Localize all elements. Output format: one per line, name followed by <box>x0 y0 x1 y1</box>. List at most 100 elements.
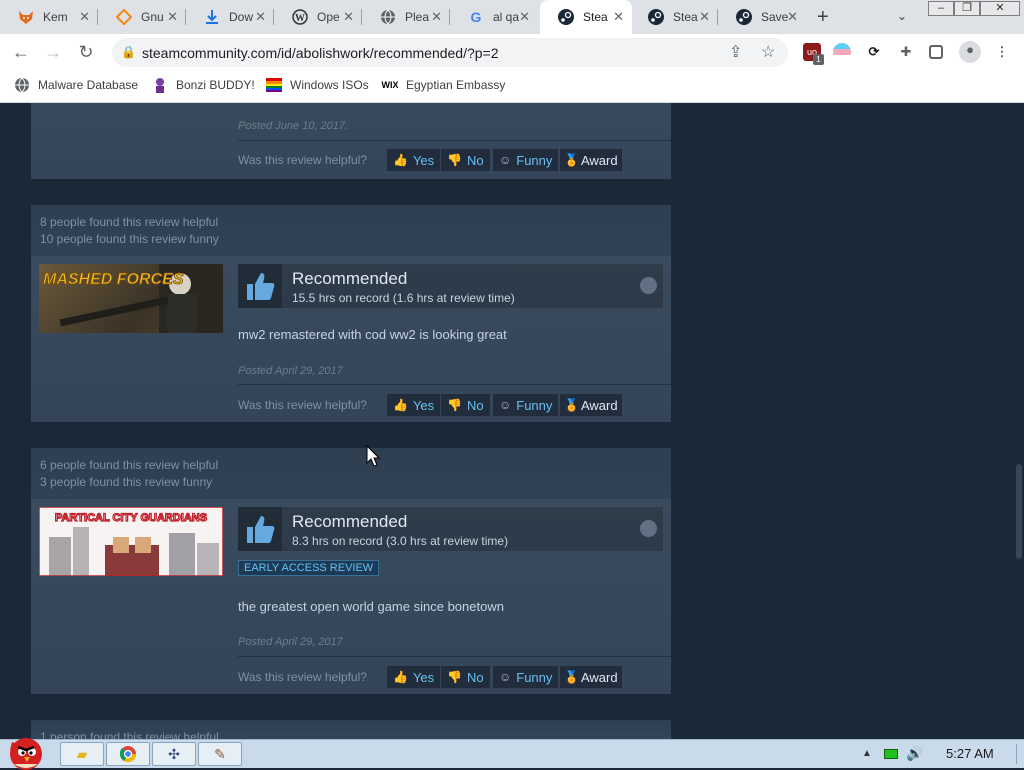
minimize-button[interactable]: – <box>928 1 954 16</box>
tray-expand-icon[interactable]: ▲ <box>862 748 872 759</box>
vote-no-button[interactable]: 👎 No <box>441 149 490 171</box>
show-desktop-button[interactable] <box>1016 744 1022 764</box>
battery-icon[interactable] <box>884 749 898 759</box>
scrollbar-thumb[interactable] <box>1016 464 1022 559</box>
review-stats: 6 people found this review helpful 3 peo… <box>31 448 671 499</box>
tab-al-qa[interactable]: G al qa ✕ <box>450 0 538 34</box>
close-icon[interactable]: ✕ <box>699 10 710 24</box>
sync-extension-icon[interactable]: ⟳ <box>865 43 883 61</box>
tab-ope[interactable]: W Ope ✕ <box>274 0 362 34</box>
share-icon[interactable]: ⇪ <box>729 42 742 62</box>
funny-label: Funny <box>516 152 553 168</box>
taskbar-chrome[interactable] <box>106 742 150 766</box>
mouse-cursor-icon <box>366 445 381 467</box>
vote-no-button[interactable]: 👎 No <box>441 666 490 688</box>
posted-date: Posted April 29, 2017 <box>238 636 343 648</box>
no-label: No <box>466 152 484 168</box>
award-button[interactable]: 🏅 Award <box>560 666 622 688</box>
verdict-title[interactable]: Recommended <box>292 269 407 289</box>
tab-steam[interactable]: Stea ✕ <box>630 0 718 34</box>
tab-save[interactable]: Save ✕ <box>718 0 806 34</box>
helpful-count: 1 person found this review helpful <box>40 730 219 739</box>
steam-page: Posted June 10, 2017. Was this review he… <box>0 103 1024 739</box>
steam-logo-icon <box>640 277 657 294</box>
tab-dow[interactable]: Dow ✕ <box>186 0 274 34</box>
cover-text: MASHED FORCES <box>43 271 184 288</box>
close-icon[interactable]: ✕ <box>255 10 266 24</box>
folder-icon: ▰ <box>76 745 88 762</box>
no-label: No <box>466 397 484 413</box>
smile-icon: ☺ <box>499 153 512 167</box>
close-icon[interactable]: ✕ <box>519 10 530 24</box>
new-tab-button[interactable]: + <box>817 6 829 29</box>
close-icon[interactable]: ✕ <box>787 10 798 24</box>
thumbs-down-icon: 👎 <box>447 398 462 412</box>
profile-avatar[interactable]: ● <box>959 41 981 63</box>
close-icon[interactable]: ✕ <box>167 10 178 24</box>
bookmark-windows-isos[interactable]: Windows ISOs <box>266 77 369 93</box>
vote-funny-button[interactable]: ☺ Funny <box>493 394 559 416</box>
address-bar[interactable]: 🔒 steamcommunity.com/id/abolishwork/reco… <box>112 38 788 67</box>
tab-plea[interactable]: Plea ✕ <box>362 0 450 34</box>
restore-button[interactable]: ❐ <box>954 1 980 16</box>
review-stats: 8 people found this review helpful 10 pe… <box>31 205 671 256</box>
puzzle-icon[interactable]: ✚ <box>897 43 915 61</box>
vote-yes-button[interactable]: 👍 Yes <box>387 666 441 688</box>
review-card: Posted June 10, 2017. Was this review he… <box>31 103 671 179</box>
page-scrollbar[interactable] <box>1014 103 1024 739</box>
flag-extension-icon[interactable] <box>833 43 851 61</box>
back-button[interactable]: ← <box>8 40 34 66</box>
taskbar-game-app[interactable]: ✣ <box>152 742 196 766</box>
award-button[interactable]: 🏅 Award <box>560 149 622 171</box>
helpful-prompt: Was this review helpful? <box>238 670 367 684</box>
award-icon: 🏅 <box>564 153 579 167</box>
more-menu-icon[interactable]: ⋮ <box>993 43 1011 61</box>
close-window-button[interactable]: ✕ <box>980 1 1020 16</box>
angry-bird-start-icon[interactable] <box>4 732 48 770</box>
verdict-title[interactable]: Recommended <box>292 512 407 532</box>
thumbs-up-icon: 👍 <box>393 153 408 167</box>
wix-icon: WIX <box>381 80 399 90</box>
forward-button[interactable]: → <box>40 40 66 66</box>
side-panel-icon[interactable] <box>929 45 943 59</box>
taskbar-file-explorer[interactable]: ▰ <box>60 742 104 766</box>
taskbar-paint-app[interactable]: ✎ <box>198 742 242 766</box>
award-label: Award <box>580 152 618 168</box>
no-label: No <box>466 669 484 685</box>
tab-gnu[interactable]: Gnu ✕ <box>98 0 186 34</box>
diamond-icon <box>116 9 132 25</box>
close-icon[interactable]: ✕ <box>431 10 442 24</box>
vote-funny-button[interactable]: ☺ Funny <box>493 149 559 171</box>
close-icon[interactable]: ✕ <box>613 10 624 24</box>
tab-search-chevron-icon[interactable]: ⌄ <box>897 9 907 23</box>
posted-date: Posted June 10, 2017. <box>238 120 349 132</box>
review-header: Recommended 15.5 hrs on record (1.6 hrs … <box>238 264 663 308</box>
tab-kem[interactable]: Kem ✕ <box>0 0 98 34</box>
close-icon[interactable]: ✕ <box>343 10 354 24</box>
divider <box>238 656 671 657</box>
close-icon[interactable]: ✕ <box>79 10 90 24</box>
thumbs-up-icon <box>238 264 282 308</box>
funny-label: Funny <box>516 397 553 413</box>
helpful-count: 6 people found this review helpful <box>40 458 219 472</box>
bonzi-icon <box>152 77 168 93</box>
award-button[interactable]: 🏅 Award <box>560 394 622 416</box>
volume-icon[interactable]: 🔊 <box>906 745 923 762</box>
reload-button[interactable]: ↻ <box>73 40 99 66</box>
game-cover-mashed-forces[interactable]: MASHED FORCES <box>39 264 223 333</box>
star-icon[interactable]: ☆ <box>761 42 775 62</box>
bookmark-egyptian-embassy[interactable]: WIX Egyptian Embassy <box>381 77 506 93</box>
bookmark-malware-database[interactable]: Malware Database <box>14 77 138 93</box>
bookmarks-bar: Malware Database Bonzi BUDDY! Windows IS… <box>0 71 1024 103</box>
review-card: 1 person found this review helpful <box>31 720 671 739</box>
vote-no-button[interactable]: 👎 No <box>441 394 490 416</box>
taskbar-clock[interactable]: 5:27 AM <box>946 746 994 761</box>
bookmark-bonzi-buddy[interactable]: Bonzi BUDDY! <box>152 77 255 93</box>
vote-yes-button[interactable]: 👍 Yes <box>387 149 441 171</box>
vote-funny-button[interactable]: ☺ Funny <box>493 666 559 688</box>
game-cover-partical-city-guardians[interactable]: PARTICAL CITY GUARDIANS <box>39 507 223 576</box>
review-text: mw2 remastered with cod ww2 is looking g… <box>238 327 507 342</box>
tab-steam-active[interactable]: Stea ✕ <box>540 0 632 34</box>
vote-yes-button[interactable]: 👍 Yes <box>387 394 441 416</box>
steam-icon <box>648 9 664 25</box>
